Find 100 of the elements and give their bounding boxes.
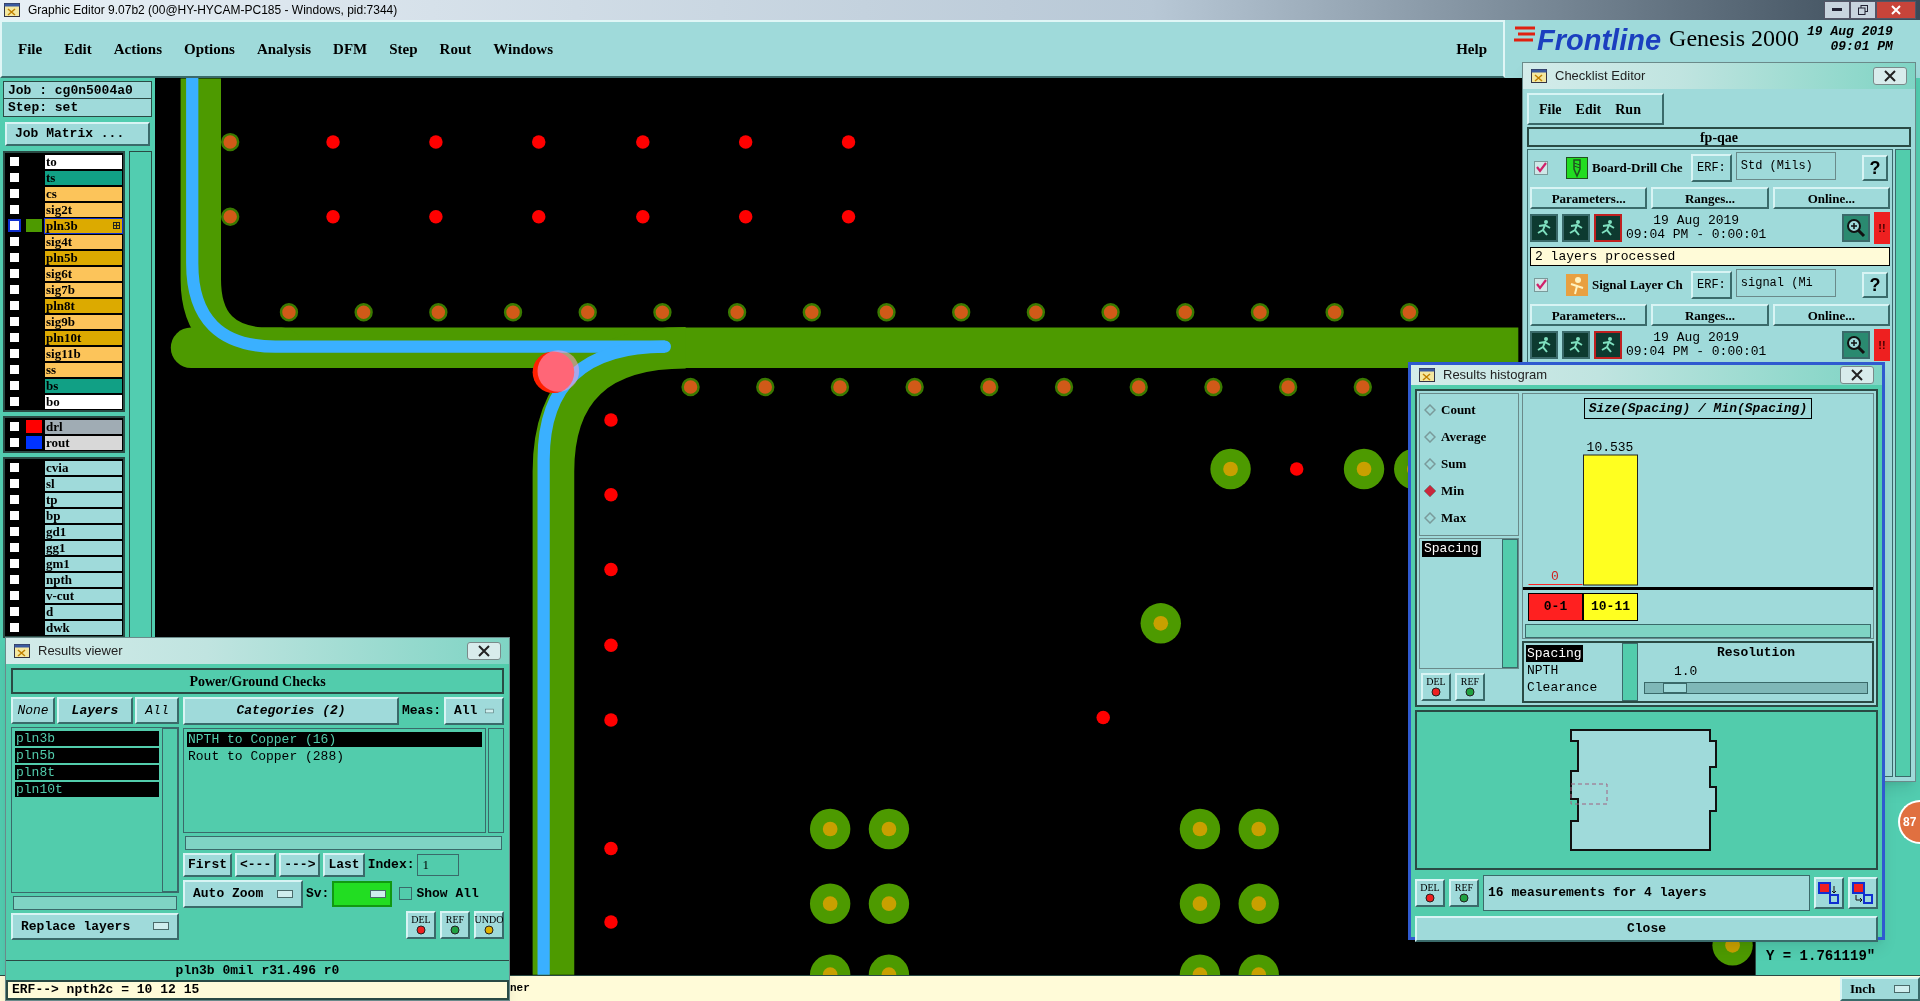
scrollbar[interactable] [185, 836, 502, 850]
run-button[interactable] [1562, 331, 1590, 359]
checkbox[interactable] [8, 605, 21, 618]
scrollbar[interactable] [1895, 149, 1911, 777]
slider-thumb[interactable] [1662, 682, 1687, 693]
view-button[interactable] [1848, 876, 1878, 909]
run-button[interactable] [1530, 331, 1558, 359]
view-button[interactable] [1814, 876, 1844, 909]
button[interactable]: Categories (2) [183, 697, 399, 725]
run-button[interactable] [1530, 214, 1558, 242]
layer-name[interactable]: cs [45, 186, 122, 201]
layer-name[interactable]: ss [45, 362, 122, 377]
button[interactable]: ERF: [1691, 271, 1732, 299]
list-item[interactable]: pln8t [15, 765, 159, 781]
checkbox[interactable] [8, 621, 21, 634]
layer-name[interactable]: sig11b [45, 346, 122, 361]
button[interactable]: Last [323, 852, 365, 877]
menu-item[interactable]: DFM [333, 37, 368, 61]
button[interactable]: REF [1455, 672, 1485, 701]
run-button[interactable] [1594, 331, 1622, 359]
layer-name[interactable]: bp [45, 508, 122, 523]
checkbox[interactable] [8, 557, 21, 570]
button[interactable]: Parameters... [1530, 187, 1648, 209]
layer-name[interactable]: pln10t [45, 330, 122, 345]
minimize-button[interactable] [1824, 1, 1850, 19]
dropdown[interactable]: Replace layers [11, 912, 179, 940]
layer-name[interactable]: sig9b [45, 314, 122, 329]
layer-name[interactable]: rout [45, 435, 122, 450]
checkbox[interactable] [8, 477, 21, 490]
checkbox[interactable] [8, 436, 21, 449]
button[interactable]: First [183, 852, 232, 877]
checkbox[interactable] [8, 219, 21, 232]
layer-name[interactable]: sig2t [45, 202, 122, 217]
list-item[interactable]: Rout to Copper (288) [187, 749, 482, 764]
checkbox[interactable] [8, 331, 21, 344]
scrollbar[interactable] [1525, 623, 1871, 638]
maximize-button[interactable] [1850, 1, 1876, 19]
menu-item[interactable]: Options [184, 37, 235, 61]
option-label[interactable]: Min [1441, 481, 1465, 501]
list-item[interactable]: Clearance [1526, 678, 1599, 696]
layer-name[interactable]: drl [45, 419, 122, 434]
checkbox[interactable] [1534, 278, 1548, 292]
layer-name[interactable]: sig6t [45, 266, 122, 281]
checkbox[interactable] [8, 155, 21, 168]
layer-name[interactable]: sig4t [45, 234, 122, 249]
scrollbar[interactable] [1622, 642, 1638, 701]
checkbox[interactable] [8, 267, 21, 280]
radio-button[interactable] [1424, 458, 1436, 470]
checkbox[interactable] [8, 525, 21, 538]
layer-name[interactable]: dwk [45, 620, 122, 635]
option-label[interactable]: Sum [1441, 454, 1467, 474]
input-field[interactable]: Std (Mils) [1735, 152, 1836, 180]
button[interactable]: Online... [1772, 187, 1890, 209]
button[interactable]: DEL [1415, 878, 1445, 907]
layer-name[interactable]: to [45, 154, 122, 169]
button[interactable]: ---> [279, 852, 321, 877]
option-label[interactable]: Max [1441, 508, 1467, 528]
checkbox[interactable] [1534, 161, 1548, 175]
menu-item[interactable]: Windows [493, 37, 553, 61]
button[interactable]: Online... [1772, 304, 1890, 326]
close-button[interactable] [1840, 365, 1874, 384]
color-dropdown[interactable] [332, 880, 393, 907]
menu-item[interactable]: Analysis [256, 37, 312, 61]
checkbox[interactable] [8, 589, 21, 602]
radio-button[interactable] [1424, 512, 1436, 524]
layer-name[interactable]: d [45, 604, 122, 619]
option-label[interactable]: Average [1441, 427, 1487, 447]
slider[interactable] [1644, 681, 1868, 694]
layer-name[interactable]: sl [45, 476, 122, 491]
layer-name[interactable]: ts [45, 170, 122, 185]
checkbox[interactable] [8, 171, 21, 184]
layer-name[interactable]: gd1 [45, 524, 122, 539]
checkbox[interactable] [8, 251, 21, 264]
checkbox[interactable] [399, 887, 413, 901]
button[interactable]: Close [1415, 915, 1878, 942]
menu-item[interactable]: File [18, 37, 43, 61]
menu-item[interactable]: Edit [64, 37, 92, 61]
layer-name[interactable]: npth [45, 572, 122, 587]
dropdown[interactable]: All [444, 697, 504, 725]
menu-item[interactable]: Edit [1575, 98, 1602, 120]
checkbox[interactable] [8, 573, 21, 586]
checkbox[interactable] [8, 283, 21, 296]
checkbox[interactable] [8, 203, 21, 216]
button[interactable]: <--- [235, 852, 277, 877]
layer-name[interactable]: pln8t [45, 298, 122, 313]
button[interactable]: ? [1862, 272, 1888, 298]
button[interactable]: Job Matrix ... [5, 122, 150, 146]
menu-item[interactable]: Rout [439, 37, 472, 61]
radio-button[interactable] [1424, 485, 1436, 497]
layer-name[interactable]: gg1 [45, 540, 122, 555]
list-item[interactable]: Spacing [1526, 644, 1583, 662]
close-button[interactable] [1873, 67, 1907, 85]
checkbox[interactable] [8, 461, 21, 474]
menu-item[interactable]: File [1539, 98, 1562, 120]
list-item[interactable]: pln10t [15, 782, 159, 798]
checkbox[interactable] [8, 420, 21, 433]
radio-button[interactable] [1424, 404, 1436, 416]
dropdown[interactable]: Auto Zoom [183, 879, 303, 908]
option-label[interactable]: Count [1441, 400, 1476, 420]
zoom-button[interactable] [1842, 214, 1870, 242]
